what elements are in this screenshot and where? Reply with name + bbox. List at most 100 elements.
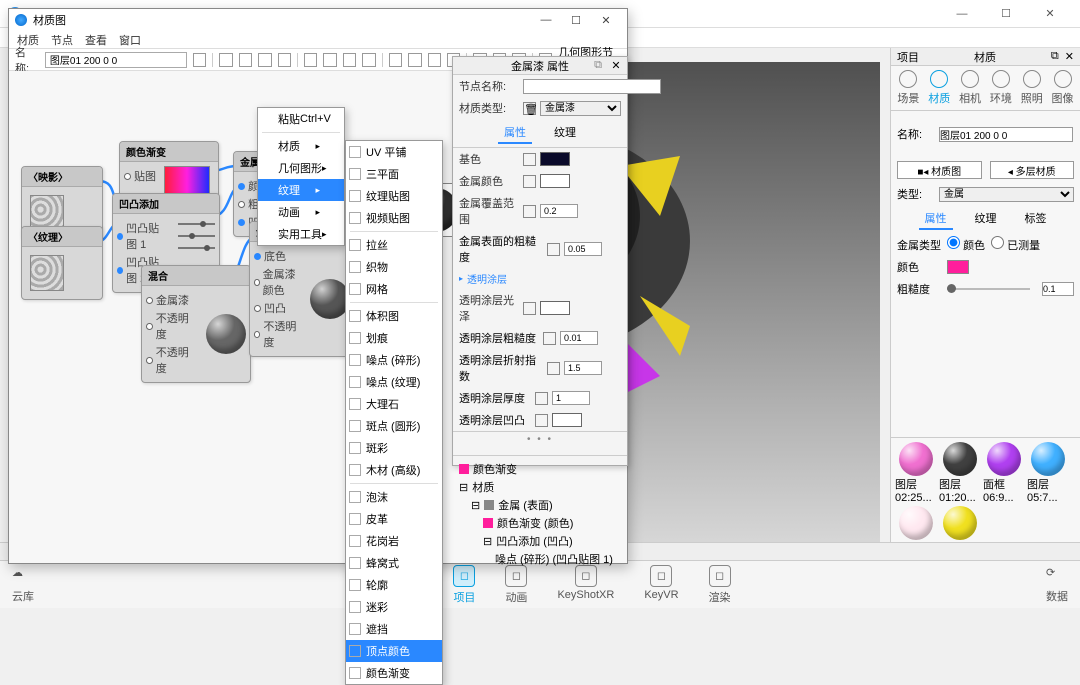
data-icon[interactable]: ⟳ bbox=[1046, 566, 1068, 588]
lib-material[interactable]: 图层 05:7... bbox=[1027, 442, 1069, 504]
tool-icon[interactable] bbox=[343, 53, 356, 67]
dock-tab-照明[interactable]: 照明 bbox=[1021, 70, 1043, 106]
material-type-select[interactable]: 金属漆 bbox=[540, 101, 621, 116]
context-menu-texture[interactable]: UV 平铺三平面纹理贴图视频贴图拉丝织物网格体积图划痕噪点 (碎形)噪点 (纹理… bbox=[345, 140, 443, 685]
node-mix[interactable]: 混合 金属漆 不透明度 不透明度 bbox=[141, 265, 251, 383]
map-icon[interactable] bbox=[547, 243, 560, 256]
ctx-tex-0[interactable]: UV 平铺 bbox=[346, 141, 442, 163]
dock-close-icon[interactable]: ✕ bbox=[1065, 50, 1074, 63]
node-texture[interactable]: 〈纹理〉 bbox=[21, 226, 103, 300]
ctx-tex-12[interactable]: 斑点 (圆形) bbox=[346, 415, 442, 437]
dock-undock-icon[interactable]: ⧉ bbox=[1051, 50, 1059, 63]
tool-icon[interactable] bbox=[193, 53, 206, 67]
ctx-tex-9[interactable]: 噪点 (碎形) bbox=[346, 349, 442, 371]
ctx-tex-20[interactable]: 迷彩 bbox=[346, 596, 442, 618]
tool-icon[interactable] bbox=[304, 53, 317, 67]
tool-icon[interactable] bbox=[219, 53, 232, 67]
max-button[interactable]: ☐ bbox=[984, 0, 1028, 28]
ctx-tex-1[interactable]: 三平面 bbox=[346, 163, 442, 185]
ctx-tex-17[interactable]: 花岗岩 bbox=[346, 530, 442, 552]
panel-close-icon[interactable]: ✕ bbox=[609, 59, 623, 72]
tool-icon[interactable] bbox=[362, 53, 375, 67]
dock-tab-场景[interactable]: 场景 bbox=[897, 70, 919, 106]
ctx-item-材质[interactable]: 材质▸ bbox=[258, 135, 344, 157]
lib-material[interactable]: 图层02:25... bbox=[895, 442, 937, 504]
tool-icon[interactable] bbox=[278, 53, 291, 67]
ctx-tex-4[interactable]: 拉丝 bbox=[346, 234, 442, 256]
tab-properties[interactable]: 属性 bbox=[498, 122, 532, 144]
ctx-tex-21[interactable]: 遮挡 bbox=[346, 618, 442, 640]
ctx-tex-23[interactable]: 颜色渐变 bbox=[346, 662, 442, 684]
ctx-tex-5[interactable]: 织物 bbox=[346, 256, 442, 278]
ctx-item-纹理[interactable]: 纹理▸ bbox=[258, 179, 344, 201]
tool-icon[interactable] bbox=[258, 53, 271, 67]
map-icon[interactable] bbox=[535, 414, 548, 427]
menu-查看[interactable]: 查看 bbox=[85, 32, 107, 48]
multilayer-material-button[interactable]: ◂ 多层材质 bbox=[990, 161, 1075, 179]
map-icon[interactable] bbox=[523, 153, 536, 166]
material-graph-button[interactable]: ■◂ 材质图 bbox=[897, 161, 982, 179]
roughness-value[interactable] bbox=[1042, 282, 1074, 296]
map-icon[interactable] bbox=[523, 205, 536, 218]
material-type-select[interactable]: 金属 bbox=[939, 187, 1074, 202]
subtab-纹理[interactable]: 纹理 bbox=[969, 208, 1003, 230]
window-close-button[interactable]: ✕ bbox=[591, 14, 621, 27]
subtab-属性[interactable]: 属性 bbox=[919, 208, 953, 230]
map-icon[interactable] bbox=[523, 302, 536, 315]
clear-ior-value[interactable] bbox=[564, 361, 602, 375]
metal-type-measured-radio[interactable]: 已测量 bbox=[991, 236, 1040, 253]
close-button[interactable]: ✕ bbox=[1028, 0, 1072, 28]
ctx-tex-15[interactable]: 泡沫 bbox=[346, 486, 442, 508]
node-tree[interactable]: 颜色渐变 ⊟ 材质 ⊟ 金属 (表面) 颜色渐变 (颜色) ⊟ 凹凸添加 (凹凸… bbox=[453, 455, 627, 572]
menu-窗口[interactable]: 窗口 bbox=[119, 32, 141, 48]
bottombar-KeyVR[interactable]: ◻KeyVR bbox=[644, 565, 678, 605]
map-icon[interactable] bbox=[547, 362, 560, 375]
dock-tab-图像[interactable]: 图像 bbox=[1052, 70, 1074, 106]
ctx-tex-7[interactable]: 体积图 bbox=[346, 305, 442, 327]
ctx-tex-13[interactable]: 斑彩 bbox=[346, 437, 442, 459]
ctx-item-粘贴[interactable]: 粘贴Ctrl+V bbox=[258, 108, 344, 130]
dock-tab-环境[interactable]: 环境 bbox=[990, 70, 1012, 106]
lib-material[interactable] bbox=[939, 506, 981, 540]
panel-resize-grip[interactable]: • • • bbox=[453, 431, 627, 447]
roughness-slider[interactable] bbox=[947, 288, 1030, 290]
map-icon[interactable] bbox=[543, 332, 556, 345]
lib-material[interactable]: 面框 06:9... bbox=[983, 442, 1025, 504]
dock-tab-材质[interactable]: 材质 bbox=[928, 70, 950, 106]
clearcoat-section[interactable]: 透明涂层 bbox=[453, 268, 627, 289]
menu-节点[interactable]: 节点 bbox=[51, 32, 73, 48]
panel-undock-icon[interactable]: ⧉ bbox=[591, 59, 605, 72]
node-name-input[interactable] bbox=[523, 79, 661, 94]
ctx-item-几何图形[interactable]: 几何图形▸ bbox=[258, 157, 344, 179]
ctx-tex-11[interactable]: 大理石 bbox=[346, 393, 442, 415]
clear-rough-value[interactable] bbox=[560, 331, 598, 345]
min-button[interactable]: — bbox=[940, 0, 984, 28]
lib-material[interactable]: 图层01:20... bbox=[939, 442, 981, 504]
lib-material[interactable] bbox=[895, 506, 937, 540]
tool-icon[interactable] bbox=[323, 53, 336, 67]
ctx-tex-16[interactable]: 皮革 bbox=[346, 508, 442, 530]
tool-icon[interactable] bbox=[389, 53, 402, 67]
dock-tab-相机[interactable]: 相机 bbox=[959, 70, 981, 106]
ctx-tex-2[interactable]: 纹理贴图 bbox=[346, 185, 442, 207]
cloud-library-icon[interactable]: ☁ bbox=[12, 566, 34, 588]
ctx-tex-14[interactable]: 木材 (高级) bbox=[346, 459, 442, 481]
tool-icon[interactable] bbox=[239, 53, 252, 67]
ctx-tex-10[interactable]: 噪点 (纹理) bbox=[346, 371, 442, 393]
clear-thick-value[interactable] bbox=[552, 391, 590, 405]
metal-cover-value[interactable] bbox=[540, 204, 578, 218]
tool-icon[interactable] bbox=[408, 53, 421, 67]
base-color-swatch[interactable] bbox=[540, 152, 570, 166]
delete-icon[interactable]: 🗑 bbox=[523, 102, 536, 115]
window-min-button[interactable]: — bbox=[531, 14, 561, 26]
bottombar-渲染[interactable]: ◻渲染 bbox=[709, 565, 731, 605]
metal-rough-value[interactable] bbox=[564, 242, 602, 256]
window-max-button[interactable]: ☐ bbox=[561, 14, 591, 27]
subtab-标签[interactable]: 标签 bbox=[1019, 208, 1053, 230]
ctx-tex-18[interactable]: 蜂窝式 bbox=[346, 552, 442, 574]
clear-gloss-swatch[interactable] bbox=[540, 301, 570, 315]
ctx-item-动画[interactable]: 动画▸ bbox=[258, 201, 344, 223]
tool-icon[interactable] bbox=[428, 53, 441, 67]
ctx-tex-3[interactable]: 视频贴图 bbox=[346, 207, 442, 229]
map-icon[interactable] bbox=[535, 392, 548, 405]
